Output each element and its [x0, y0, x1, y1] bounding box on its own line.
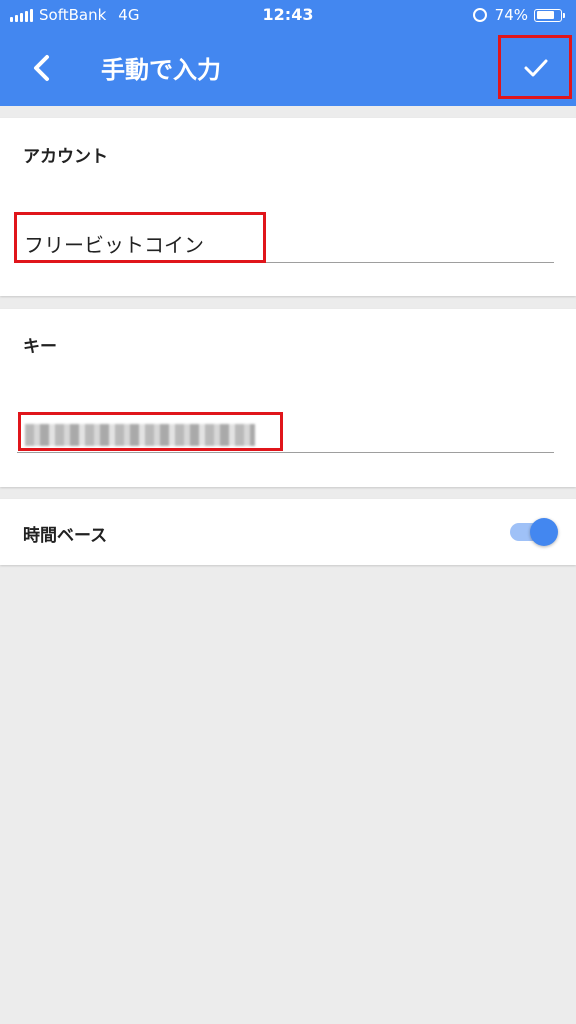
time-based-label: 時間ベース — [23, 526, 108, 546]
status-bar: SoftBank 4G 12:43 74% — [0, 0, 576, 30]
battery-level — [536, 11, 554, 19]
key-card: キー — [0, 309, 576, 487]
chevron-left-icon — [34, 55, 49, 81]
status-right: 74% — [472, 6, 565, 24]
key-highlight — [18, 412, 283, 451]
alarm-icon — [472, 8, 487, 22]
toggle-knob[interactable] — [530, 518, 558, 546]
battery-percent: 74% — [494, 6, 528, 24]
key-label: キー — [23, 337, 57, 357]
account-card: アカウント フリービットコイン — [0, 118, 576, 296]
back-button[interactable] — [16, 46, 64, 90]
check-icon — [524, 59, 548, 77]
page-title: 手動で入力 — [101, 56, 221, 84]
battery-icon — [534, 8, 565, 22]
save-button[interactable] — [498, 35, 572, 99]
app-bar: 手動で入力 — [0, 30, 576, 106]
account-highlight — [14, 212, 266, 263]
account-label: アカウント — [23, 147, 108, 167]
time-based-card: 時間ベース — [0, 499, 576, 565]
